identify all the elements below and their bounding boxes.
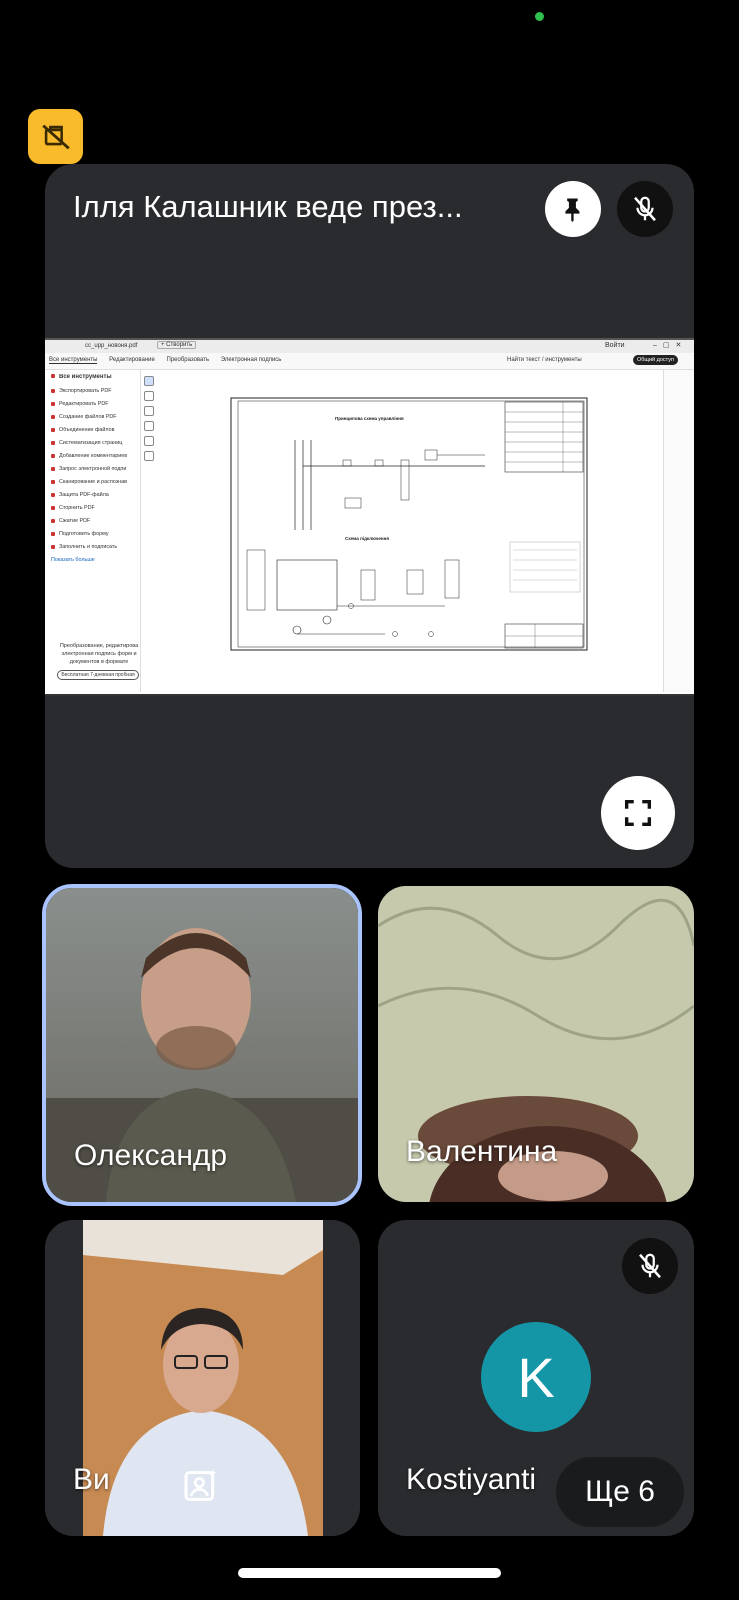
pdf-right-toolbar [663, 370, 694, 692]
participant-name: Олександр [74, 1139, 228, 1172]
drawing-title-1: Принципова схема управління [335, 416, 404, 421]
tab-edit: Редактирование [109, 357, 155, 363]
portrait-effects-icon [184, 1469, 217, 1501]
share-button: Общий доступ [633, 355, 678, 365]
sidebar-item: Сжатие PDF [51, 518, 139, 524]
sidebar-item: Подготовить форму [51, 531, 139, 537]
electrical-drawing: Принципова схема управління Схема підклю… [230, 397, 588, 651]
window-tab: cc_upp_новоня.pdf [85, 343, 138, 349]
mic-off-icon [639, 1253, 661, 1279]
tab-all-tools: Все инструменты [49, 357, 98, 364]
avatar: K [481, 1322, 591, 1432]
portrait-effects-button[interactable] [181, 1466, 221, 1506]
participant-name: Ви [73, 1463, 110, 1496]
mic-off-icon [634, 196, 656, 222]
home-indicator[interactable] [238, 1568, 501, 1578]
more-participants-button[interactable]: Ще 6 [556, 1457, 684, 1527]
sidebar-title: Все инструменты [51, 374, 139, 380]
window-controls: –▢✕ [653, 342, 688, 349]
pdf-page: Принципова схема управління Схема підклю… [185, 370, 657, 692]
sidebar-item: Редактировать PDF [51, 401, 139, 407]
sidebar-item: Защита PDF-файла [51, 492, 139, 498]
annotation-toolbar [144, 376, 154, 476]
sidebar-item: Сканирование и распознав [51, 479, 139, 485]
pin-icon [565, 198, 580, 222]
presenter-mic-muted [617, 181, 673, 237]
sidebar-item: Заполнить и подписать [51, 544, 139, 550]
new-tab: + Створить [157, 341, 197, 349]
sidebar-item: Сторнить PDF [51, 505, 139, 511]
sidebar-item: Добавление комментариев [51, 453, 139, 459]
participant-name: Валентина [406, 1135, 558, 1168]
sidebar-item: Экспортировать PDF [51, 388, 139, 394]
tab-convert: Преобразовать [166, 357, 210, 363]
participant-tile-valentyna[interactable]: Валентина [378, 886, 694, 1202]
promo-button: Бесплатная 7-дневная пробная [57, 670, 139, 680]
participant-tile-oleksandr[interactable]: Олександр [42, 884, 362, 1206]
signin-link: Войти [605, 342, 625, 349]
sidebar-item: Систематизация страниц [51, 440, 139, 446]
sidebar-item: Создание файлов PDF [51, 414, 139, 420]
pin-button[interactable] [545, 181, 601, 237]
participant-mic-muted [622, 1238, 678, 1294]
sidebar-item: Объединение файлов [51, 427, 139, 433]
no-recording-icon [28, 109, 83, 164]
pdf-search: Найти текст / инструменты [507, 357, 582, 363]
fullscreen-icon [624, 799, 652, 827]
presentation-tile[interactable]: Ілля Калашник веде през... cc_upp_новоня… [45, 164, 694, 868]
browser-titlebar: cc_upp_новоня.pdf + Створить Войти –▢✕ [45, 340, 694, 354]
participant-tile-self[interactable]: Ви [45, 1220, 360, 1536]
sidebar-item: Запрос электронной подпи [51, 466, 139, 472]
privacy-indicator-dot [535, 12, 544, 21]
drawing-title-2: Схема підключення [345, 536, 389, 541]
pdf-toolbar: Все инструменты Редактирование Преобразо… [45, 353, 694, 370]
fullscreen-button[interactable] [601, 776, 675, 850]
promo-text: Преобразование, редактирова электронная … [59, 643, 139, 665]
shared-screen: cc_upp_новоня.pdf + Створить Войти –▢✕ В… [45, 338, 694, 696]
pdf-tools-sidebar: Все инструменты Экспортировать PDF Редак… [45, 370, 141, 692]
participant-name: Kostiyanti [406, 1463, 537, 1496]
presentation-title: Ілля Калашник веде през... [73, 189, 463, 224]
sidebar-more-link: Показать больше [51, 557, 95, 563]
tab-esign: Электронная подпись [220, 357, 282, 363]
